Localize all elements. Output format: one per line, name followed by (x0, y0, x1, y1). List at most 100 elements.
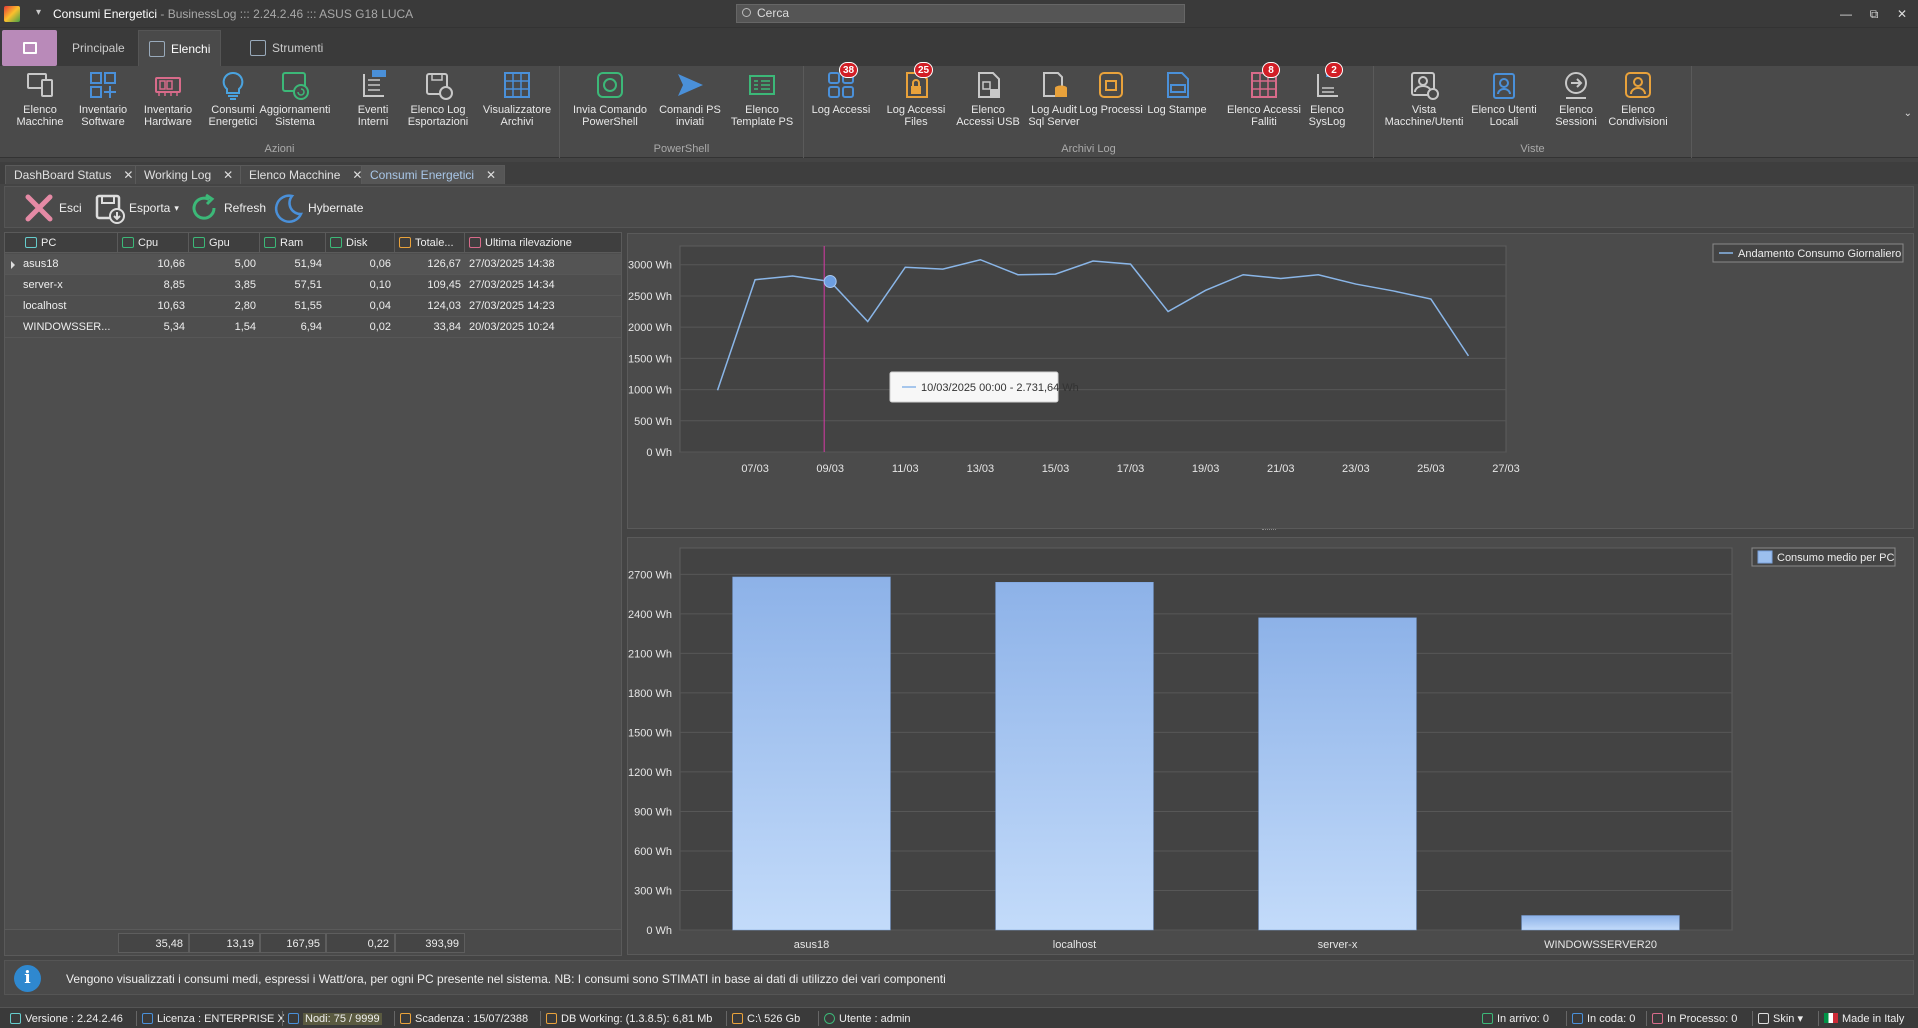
y-tick-label: 600 Wh (634, 846, 672, 858)
chart-splitter[interactable] (1262, 529, 1276, 533)
notification-badge: 8 (1262, 62, 1280, 78)
ribbon-button-label: Elenco Accessi (1227, 104, 1301, 116)
tab-principale[interactable]: Principale (62, 30, 135, 66)
cell-disk: 0,02 (369, 321, 391, 333)
status-text: In coda: 0 (1587, 1013, 1636, 1025)
skin-selector[interactable]: Skin ▾ (1758, 1011, 1803, 1027)
ribbon-button-vista-macchine-utenti[interactable]: Vista Macchine/Utenti (1384, 70, 1464, 128)
hibernate-button[interactable]: Hybernate (272, 191, 363, 225)
refresh-button[interactable]: Refresh (188, 191, 266, 225)
tab-strumenti[interactable]: Strumenti (240, 30, 333, 66)
save-export-icon (423, 70, 453, 100)
exit-button[interactable]: Esci (23, 191, 82, 225)
ribbon-button-elenco-syslog[interactable]: 2 Elenco SysLog (1294, 62, 1360, 128)
hardware-icon (153, 70, 183, 100)
status-separator (1566, 1011, 1567, 1026)
ribbon-button-elenco-log-esportazioni[interactable]: Elenco Log Esportazioni (398, 70, 478, 128)
doc-tab-label: Consumi Energetici (370, 168, 475, 182)
column-header-pc[interactable]: PC (5, 233, 118, 253)
y-tick-label: 1000 Wh (628, 385, 672, 397)
ribbon-button-elenco-utenti-locali[interactable]: Elenco Utenti Locali (1464, 70, 1544, 128)
table-row[interactable]: server-x 8,85 3,85 57,51 0,10 109,45 27/03/202… (5, 275, 621, 296)
ribbon-button-label: Visualizzatore (482, 104, 552, 116)
doc-tab-label: DashBoard Status (14, 168, 112, 182)
ribbon-button-eventi-interni[interactable]: Eventi Interni (340, 70, 406, 128)
status-incoming: In arrivo: 0 (1482, 1011, 1549, 1027)
ribbon-button-visualizzatore-archivi[interactable]: Visualizzatore Archivi (477, 70, 557, 128)
column-label: Totale... (415, 237, 454, 249)
incoming-arrow-icon (1482, 1013, 1493, 1024)
close-tab-icon[interactable]: ✕ (123, 168, 133, 182)
cell-ram: 51,55 (294, 300, 322, 312)
ribbon-button-label: Elenco (1310, 104, 1344, 116)
ribbon-button-log-processi[interactable]: Log Processi (1078, 70, 1144, 116)
exit-x-icon (25, 194, 53, 222)
window-title: Consumi Energetici - BusinessLog ::: 2.2… (53, 7, 413, 21)
column-header-gpu[interactable]: Gpu (189, 233, 260, 253)
column-label: Cpu (138, 237, 159, 249)
app-logo-icon[interactable] (4, 6, 20, 22)
doc-tab-dashboard-status[interactable]: DashBoard Status ✕ (5, 165, 143, 184)
doc-tab-working-log[interactable]: Working Log ✕ (135, 165, 243, 184)
x-tick-label: 09/03 (816, 463, 844, 475)
quick-access-dropdown-icon[interactable]: ▾ (36, 7, 41, 18)
total-cpu: 35,48 (118, 933, 189, 953)
column-header-disk[interactable]: Disk (326, 233, 395, 253)
table-row[interactable]: localhost 10,63 2,80 51,55 0,04 124,03 27/03/2… (5, 296, 621, 317)
ribbon-button-elenco-condivisioni[interactable]: Elenco Condivisioni (1598, 70, 1678, 128)
x-tick-label: 13/03 (967, 463, 995, 475)
ribbon-button-aggiornamenti-sistema[interactable]: Aggiornamenti Sistema (255, 70, 335, 128)
status-text: DB Working: (1.3.8.5): 6,81 Mb (561, 1013, 713, 1025)
exit-label: Esci (59, 201, 82, 215)
ribbon-button-elenco-template-ps[interactable]: Elenco Template PS (722, 70, 802, 128)
app-menu-button[interactable] (2, 30, 57, 66)
software-icon (88, 70, 118, 100)
cell-cpu: 5,34 (163, 321, 185, 333)
ribbon-button-label: Elenco Utenti (1471, 104, 1537, 116)
ribbon-button-log-accessi-files[interactable]: 25 Log Accessi Files (876, 62, 956, 128)
status-nodes: Nodi: 75 / 9999 (288, 1011, 382, 1027)
tab-elenchi[interactable]: Elenchi (138, 30, 222, 66)
app-window: ▾ Consumi Energetici - BusinessLog ::: 2… (0, 0, 1918, 1028)
minimize-button[interactable]: — (1836, 6, 1856, 22)
export-button[interactable]: Esporta ▾ (93, 191, 179, 225)
status-separator (394, 1011, 395, 1026)
info-text: Vengono visualizzati i consumi medi, esp… (66, 972, 946, 986)
ribbon-button-elenco-accessi-falliti[interactable]: 8 Elenco Accessi Falliti (1224, 62, 1304, 128)
column-label: PC (41, 237, 57, 249)
column-header-ram[interactable]: Ram (260, 233, 326, 253)
close-button[interactable]: ✕ (1892, 6, 1912, 22)
close-tab-icon[interactable]: ✕ (223, 168, 233, 182)
failed-access-icon: 8 (1249, 62, 1280, 100)
ribbon-group-label: Viste (1520, 143, 1545, 155)
ribbon-button-comandi-ps-inviati[interactable]: Comandi PS inviati (650, 70, 730, 128)
table-row[interactable]: WINDOWSSER... 5,34 1,54 6,94 0,02 33,84 20/03/… (5, 317, 621, 338)
version-icon (10, 1013, 21, 1024)
column-header-last[interactable]: Ultima rilevazione (465, 233, 621, 253)
average-consumption-chart[interactable]: 0 Wh 300 Wh 600 Wh 900 Wh 1200 Wh 1500 Wh 1800… (627, 537, 1914, 955)
column-header-cpu[interactable]: Cpu (118, 233, 189, 253)
total-icon (399, 237, 411, 248)
ribbon-button-log-accessi[interactable]: 38 Log Accessi (808, 62, 874, 116)
ribbon-button-label: PowerShell (582, 116, 638, 128)
doc-tab-consumi-energetici[interactable]: Consumi Energetici ✕ (361, 165, 506, 184)
doc-tab-elenco-macchine[interactable]: Elenco Macchine ✕ (240, 165, 372, 184)
close-tab-icon[interactable]: ✕ (486, 168, 496, 182)
x-tick-label: asus18 (794, 939, 829, 951)
x-tick-label: 23/03 (1342, 463, 1370, 475)
column-header-total[interactable]: Totale... (395, 233, 465, 253)
ribbon-group-viste: Vista Macchine/Utenti Elenco Utenti Locali E… (1374, 66, 1692, 158)
cell-disk: 0,04 (369, 300, 391, 312)
export-dropdown-icon[interactable]: ▾ (174, 203, 179, 214)
ribbon-button-label: Archivi (500, 116, 534, 128)
title-bar: ▾ Consumi Energetici - BusinessLog ::: 2… (0, 0, 1918, 28)
search-input[interactable]: Cerca (736, 4, 1185, 23)
table-row[interactable]: asus18 10,66 5,00 51,94 0,06 126,67 27/03/2025… (5, 254, 621, 275)
ribbon-button-invia-comando-powershell[interactable]: Invia Comando PowerShell (570, 70, 650, 128)
doc-tab-label: Elenco Macchine (249, 168, 341, 182)
status-separator (818, 1011, 819, 1026)
ribbon-button-log-stampe[interactable]: Log Stampe (1144, 70, 1210, 116)
restore-button[interactable]: ⧉ (1864, 6, 1884, 22)
ribbon-collapse-icon[interactable]: ⌄ (1904, 108, 1912, 119)
daily-consumption-chart[interactable]: 0 Wh 500 Wh 1000 Wh 1500 Wh 2000 Wh 2500 Wh 30… (627, 233, 1914, 529)
